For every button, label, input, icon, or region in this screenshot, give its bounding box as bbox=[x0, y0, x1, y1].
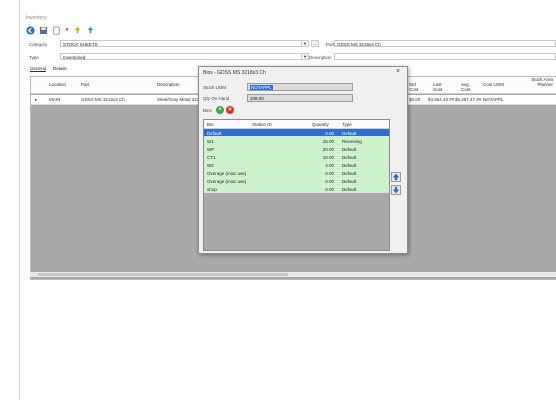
tab-strip: General Details bbox=[30, 66, 67, 72]
move-down-button[interactable] bbox=[391, 185, 401, 195]
dialog-title: Bins - GDSS MS 3218x3 Ch bbox=[203, 70, 266, 76]
row-marker: ▸ bbox=[35, 97, 38, 102]
bins-header: Bin Station ID Quantity Type bbox=[204, 120, 389, 129]
col-type[interactable]: Type bbox=[342, 122, 352, 127]
bins-grid: Bin Station ID Quantity Type Default 0.00… bbox=[203, 119, 390, 251]
scrollbar-thumb[interactable] bbox=[38, 273, 288, 276]
col-station-id[interactable]: Station ID bbox=[252, 122, 272, 127]
cell-last-cost[interactable]: $4,964.43 ## bbox=[428, 97, 454, 102]
bin-row[interactable]: W1 15.00 Receiving bbox=[204, 137, 389, 145]
save-icon[interactable] bbox=[39, 26, 48, 35]
back-icon[interactable] bbox=[26, 25, 35, 35]
cell-type[interactable]: Default bbox=[342, 147, 356, 152]
cell-bin[interactable]: shop bbox=[207, 187, 217, 192]
bin-row[interactable]: WP 20.00 Default bbox=[204, 145, 389, 153]
remove-bin-icon[interactable]: × bbox=[226, 106, 234, 114]
cell-type[interactable]: Default bbox=[342, 131, 356, 136]
category-combo[interactable]: STOCK SHEETS bbox=[60, 40, 308, 47]
cell-quantity[interactable]: 15.00 bbox=[294, 139, 334, 144]
cell-avg-cost[interactable]: $5,387.47 ## bbox=[455, 97, 481, 102]
bin-row[interactable]: shop 0.00 Default bbox=[204, 185, 389, 193]
category-browse-button[interactable]: … bbox=[311, 40, 319, 47]
cell-type[interactable]: Default bbox=[342, 179, 356, 184]
cell-cost-uom[interactable]: NOTAPPL bbox=[483, 97, 504, 102]
cell-bin[interactable]: Overage (misc use) bbox=[207, 171, 246, 176]
type-dropdown-icon[interactable]: ▾ bbox=[301, 53, 309, 60]
category-dropdown-icon[interactable]: ▾ bbox=[301, 40, 309, 47]
cell-bin[interactable]: Overage (misc use) bbox=[207, 179, 246, 184]
cell-type[interactable]: Default bbox=[342, 163, 356, 168]
bin-row[interactable]: Overage (misc use) 0.00 Default bbox=[204, 177, 389, 185]
col-cost-uom[interactable]: Cost UOM bbox=[483, 82, 504, 87]
description-field[interactable] bbox=[334, 53, 556, 60]
upload-icon[interactable] bbox=[73, 26, 82, 35]
cell-bin[interactable]: Default bbox=[207, 131, 221, 136]
tab-general[interactable]: General bbox=[30, 66, 47, 72]
category-label: Category bbox=[29, 42, 48, 47]
close-icon[interactable]: × bbox=[396, 68, 400, 75]
part-field[interactable]: GDSS MS 3218x3 Ch bbox=[334, 40, 556, 47]
col-quantity[interactable]: Quantity bbox=[312, 122, 329, 127]
download-icon[interactable] bbox=[86, 26, 95, 35]
cell-quantity[interactable]: 0.00 bbox=[294, 171, 334, 176]
cell-bin[interactable]: W2 bbox=[207, 163, 214, 168]
bins-label: Bins bbox=[203, 108, 212, 113]
col-description[interactable]: Description bbox=[157, 82, 180, 87]
cell-type[interactable]: Receiving bbox=[342, 139, 362, 144]
bin-row[interactable]: Default 0.00 Default bbox=[204, 129, 389, 137]
col-avg-cost[interactable]: Avg Cost bbox=[461, 82, 473, 92]
cell-type[interactable]: Default bbox=[342, 187, 356, 192]
cell-type[interactable]: Default bbox=[342, 155, 356, 160]
cell-quantity[interactable]: 0.00 bbox=[294, 179, 334, 184]
move-up-button[interactable] bbox=[391, 172, 401, 182]
horizontal-scrollbar[interactable] bbox=[30, 272, 556, 277]
stock-uom-value: NOTAPPL bbox=[250, 85, 273, 90]
cell-bin[interactable]: CT1 bbox=[207, 155, 216, 160]
chevron-down-icon[interactable]: ▾ bbox=[65, 26, 69, 35]
cell-quantity[interactable]: 20.00 bbox=[294, 147, 334, 152]
col-std-cost[interactable]: Std Cost bbox=[409, 82, 421, 92]
description-label: Description bbox=[309, 55, 332, 60]
type-label: Type bbox=[29, 55, 39, 60]
arrow-down-icon bbox=[392, 186, 400, 194]
add-bin-icon[interactable]: + bbox=[216, 106, 224, 114]
cell-location[interactable]: MAIN bbox=[49, 97, 60, 102]
toolbar: ▾ bbox=[26, 24, 95, 36]
cell-type[interactable]: Default bbox=[342, 171, 356, 176]
cell-bin[interactable]: WP bbox=[207, 147, 214, 152]
cell-part[interactable]: GDSS MS 3218x3 Ch bbox=[81, 97, 125, 102]
cell-quantity[interactable]: 4.00 bbox=[294, 163, 334, 168]
bin-row[interactable]: Overage (misc use) 0.00 Default bbox=[204, 169, 389, 177]
tab-details[interactable]: Details bbox=[53, 66, 67, 72]
bins-dialog: Bins - GDSS MS 3218x3 Ch × Stock UOM NOT… bbox=[198, 66, 408, 254]
stock-uom-field[interactable]: NOTAPPL bbox=[247, 83, 353, 91]
col-last-cost[interactable]: Last Cost bbox=[433, 82, 445, 92]
stock-uom-label: Stock UOM bbox=[203, 85, 227, 90]
bin-row[interactable]: CT1 10.00 Default bbox=[204, 153, 389, 161]
col-bin[interactable]: Bin bbox=[207, 122, 214, 127]
window-title: Inventory bbox=[26, 15, 47, 21]
cell-description[interactable]: Steel/Gray Metal 3218 bbox=[157, 97, 202, 102]
left-panel-strip bbox=[0, 0, 20, 400]
cell-std-cost[interactable]: $0.00 bbox=[409, 97, 420, 102]
col-part[interactable]: Part bbox=[81, 82, 89, 87]
col-stock-area-planner[interactable]: Stock Area Planner bbox=[531, 77, 553, 87]
cell-bin[interactable]: W1 bbox=[207, 139, 214, 144]
qty-on-hand-field: 108.00 bbox=[247, 94, 353, 102]
new-document-icon[interactable] bbox=[52, 26, 61, 35]
arrow-up-icon bbox=[392, 173, 400, 181]
bin-row[interactable]: W2 4.00 Default bbox=[204, 161, 389, 169]
cell-quantity[interactable]: 0.00 bbox=[294, 131, 334, 136]
col-location[interactable]: Location bbox=[49, 82, 66, 87]
qty-on-hand-label: Qty On Hand bbox=[203, 96, 230, 101]
type-combo[interactable]: Inventoried bbox=[60, 53, 308, 60]
cell-quantity[interactable]: 10.00 bbox=[294, 155, 334, 160]
cell-quantity[interactable]: 0.00 bbox=[294, 187, 334, 192]
